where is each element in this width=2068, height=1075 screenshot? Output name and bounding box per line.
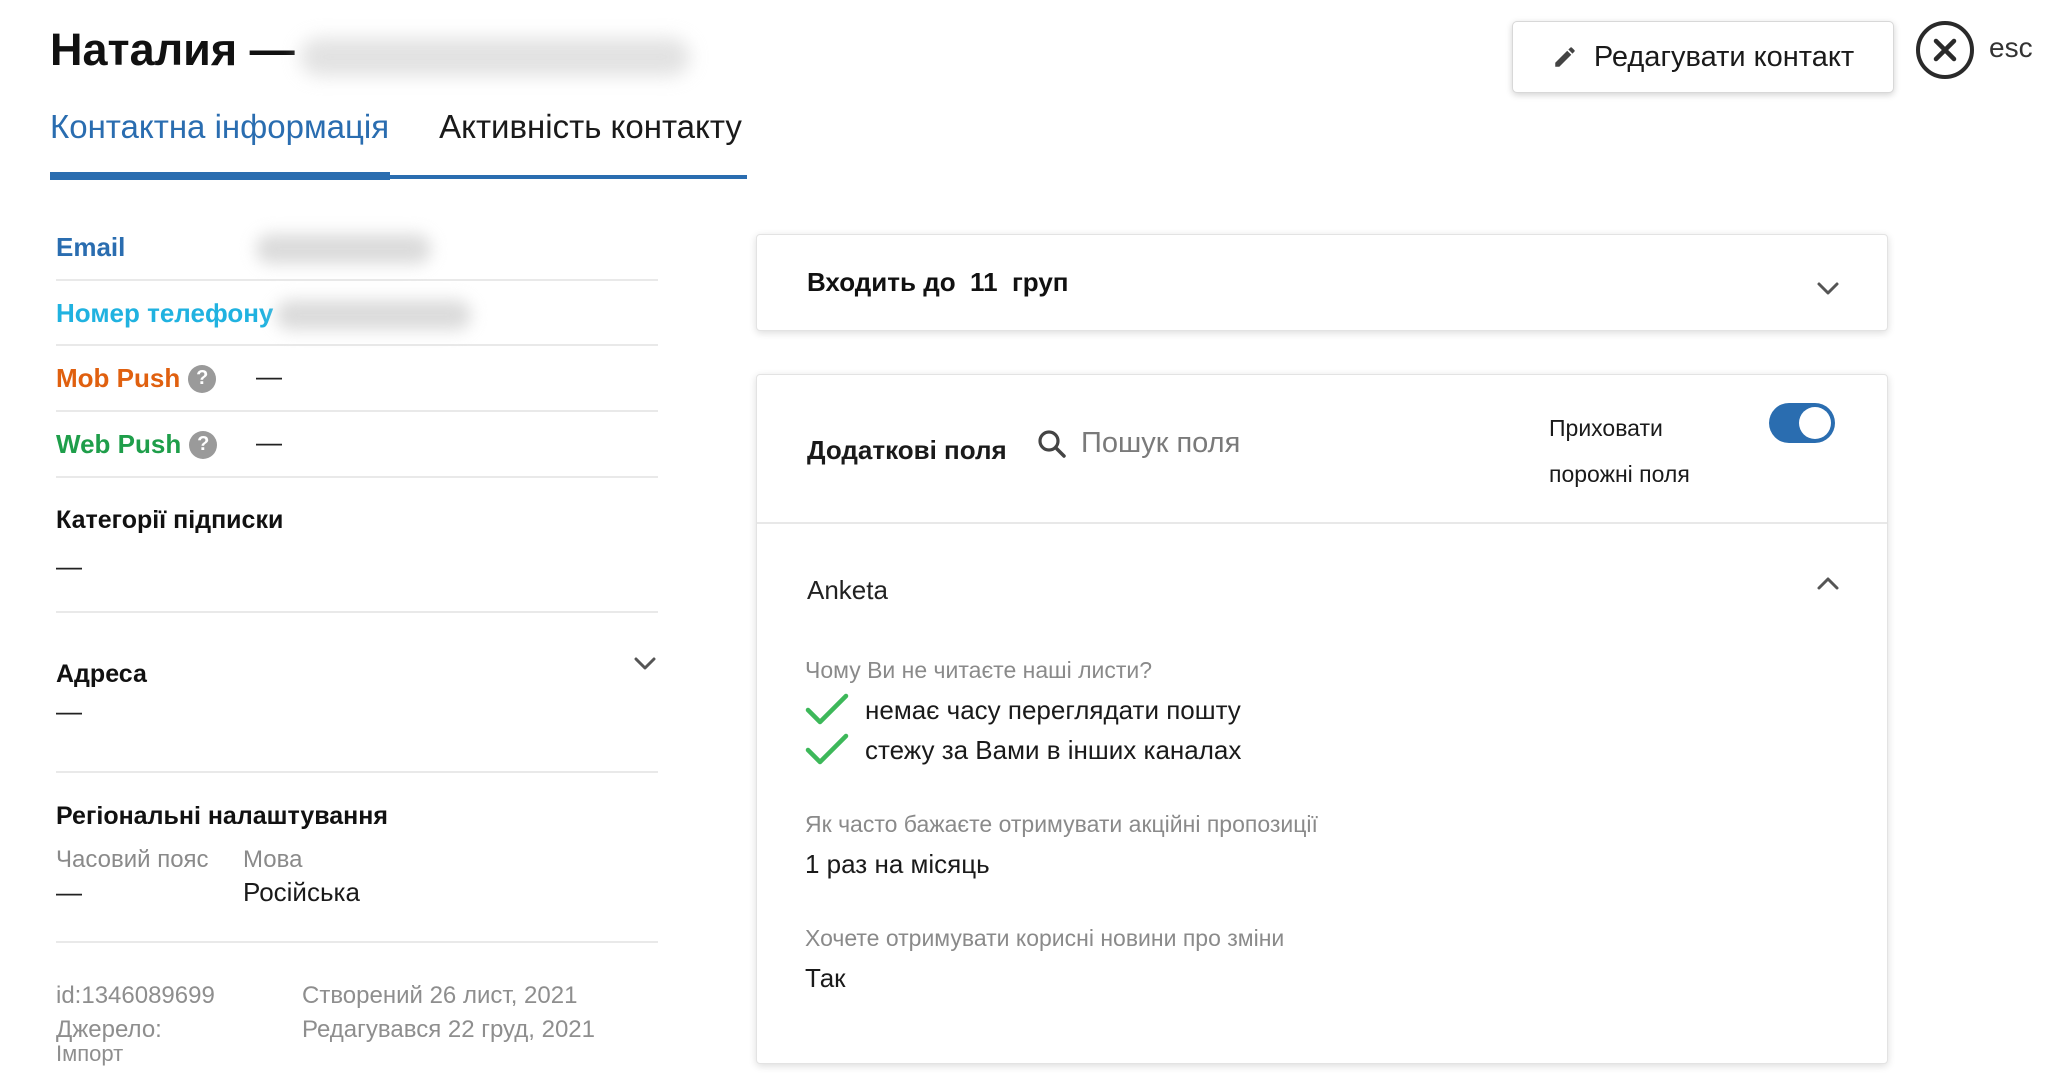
- email-label: Email: [56, 232, 126, 262]
- edit-contact-button[interactable]: Редагувати контакт: [1512, 21, 1894, 93]
- mob-push-label-text: Mob Push: [56, 363, 181, 393]
- field-search-input[interactable]: [1081, 427, 1381, 460]
- chevron-down-icon[interactable]: [1815, 275, 1841, 301]
- anketa-section-title: Anketa: [807, 575, 888, 605]
- checkmark-icon: [805, 693, 849, 725]
- question-3: Хочете отримувати корисні новини про змі…: [805, 925, 1285, 951]
- active-tab-indicator: [50, 172, 390, 180]
- subscription-categories-title: Категорії підписки: [56, 506, 284, 534]
- mob-push-value: —: [256, 361, 282, 391]
- close-icon: [1933, 38, 1957, 62]
- toggle-knob: [1799, 407, 1831, 439]
- source-label: Джерело:: [56, 1016, 162, 1043]
- hide-empty-label: Приховати порожні поля: [1549, 405, 1749, 497]
- regional-settings-title: Регіональні налаштування: [56, 802, 388, 830]
- tab-bar: Контактна інформація Активність контакту: [50, 108, 792, 166]
- chevron-down-icon[interactable]: [632, 650, 658, 676]
- contact-id: id:1346089699: [56, 982, 215, 1009]
- question-1: Чому Ви не читаєте наші листи?: [805, 657, 1153, 683]
- source-value: Імпорт: [56, 1041, 124, 1066]
- created-date: Створений 26 лист, 2021: [302, 982, 578, 1009]
- hide-empty-toggle[interactable]: [1769, 403, 1835, 443]
- redacted-email: [256, 234, 431, 264]
- timezone-label: Часовий пояс: [56, 846, 209, 873]
- email-row: Email: [56, 210, 658, 281]
- web-push-label-text: Web Push: [56, 429, 182, 459]
- redacted-contact-detail: [300, 38, 690, 76]
- extra-fields-title: Додаткові поля: [807, 435, 1007, 465]
- subscription-categories-row: Категорії підписки —: [56, 478, 658, 613]
- address-title: Адреса: [56, 660, 147, 688]
- answer-2: 1 раз на місяць: [805, 849, 990, 879]
- web-push-row: Web Push ? —: [56, 412, 658, 478]
- help-icon[interactable]: ?: [189, 430, 218, 459]
- web-push-value: —: [256, 427, 282, 457]
- mob-push-row: Mob Push ? —: [56, 346, 658, 412]
- regional-settings-row: Регіональні налаштування Часовий пояс — …: [56, 773, 658, 943]
- answer-3: Так: [805, 963, 846, 993]
- contact-name: Наталия —: [50, 24, 295, 75]
- redacted-phone: [276, 300, 471, 330]
- answer-1-2-text: стежу за Вами в інших каналах: [865, 734, 1242, 765]
- groups-card[interactable]: Входить до 11 груп: [756, 234, 1888, 331]
- field-search: [1037, 427, 1381, 460]
- groups-count: Входить до 11 груп: [807, 267, 1069, 297]
- help-icon[interactable]: ?: [188, 364, 217, 393]
- esc-hint: esc: [1989, 32, 2033, 63]
- address-row[interactable]: Адреса —: [56, 613, 658, 773]
- hide-empty-label-line1: Приховати: [1549, 415, 1663, 441]
- timezone-value: —: [56, 877, 82, 907]
- tab-contact-activity[interactable]: Активність контакту: [439, 108, 742, 166]
- answer-1-2: стежу за Вами в інших каналах: [805, 733, 1241, 767]
- answer-1-1: немає часу переглядати пошту: [805, 693, 1241, 727]
- close-button[interactable]: [1916, 21, 1974, 79]
- language-value: Російська: [243, 877, 360, 907]
- subscription-categories-value: —: [56, 551, 82, 581]
- extra-fields-card: Додаткові поля Приховати порожні поля An…: [756, 374, 1888, 1064]
- tab-contact-info[interactable]: Контактна інформація: [50, 108, 389, 166]
- question-2: Як часто бажаєте отримувати акційні проп…: [805, 811, 1318, 837]
- edit-contact-label: Редагувати контакт: [1593, 40, 1855, 73]
- language-label: Мова: [243, 846, 303, 873]
- search-icon: [1038, 429, 1066, 458]
- address-value: —: [56, 696, 82, 726]
- phone-label: Номер телефону: [56, 298, 274, 328]
- edited-date: Редагувався 22 груд, 2021: [302, 1016, 595, 1043]
- chevron-up-icon[interactable]: [1815, 571, 1841, 597]
- phone-row: Номер телефону: [56, 281, 658, 346]
- web-push-label: Web Push ?: [56, 429, 218, 460]
- checkmark-icon: [805, 733, 849, 765]
- pencil-icon: [1552, 44, 1578, 70]
- mob-push-label: Mob Push ?: [56, 363, 217, 394]
- card-divider: [757, 522, 1887, 524]
- hide-empty-label-line2: порожні поля: [1549, 461, 1690, 487]
- answer-1-1-text: немає часу переглядати пошту: [865, 694, 1241, 725]
